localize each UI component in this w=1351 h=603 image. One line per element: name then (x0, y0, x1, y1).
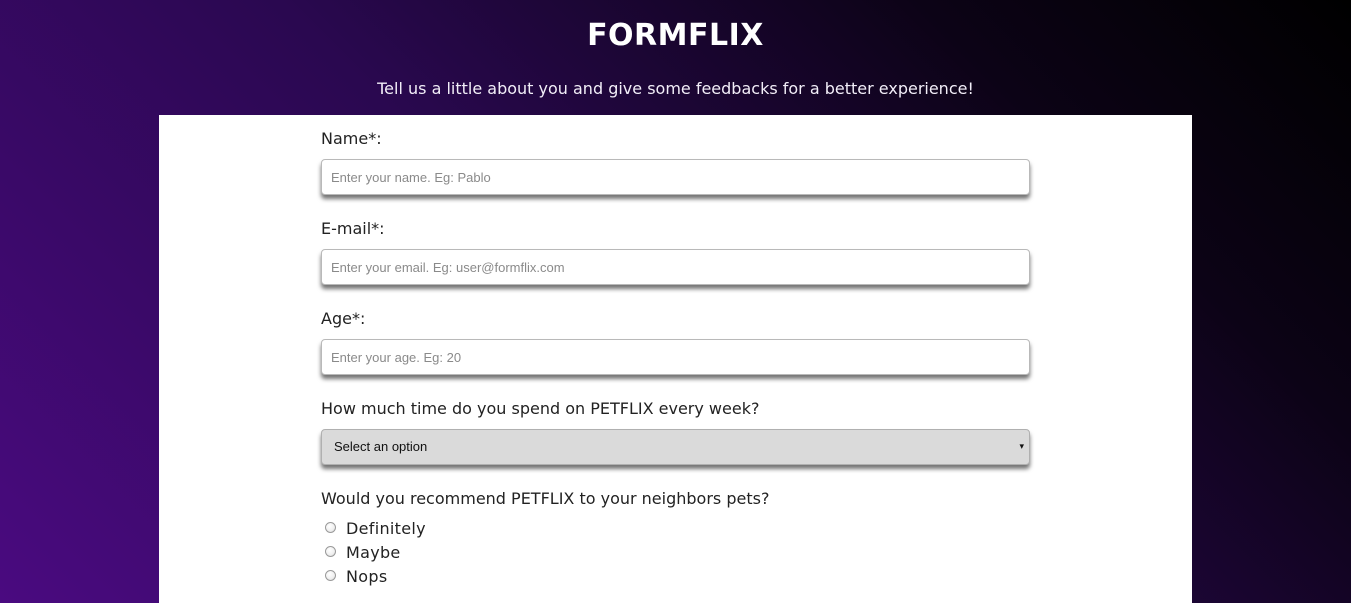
name-label: Name*: (321, 129, 382, 148)
email-label: E-mail*: (321, 219, 385, 238)
radio-button[interactable] (325, 569, 336, 581)
age-input[interactable] (321, 339, 1030, 375)
survey-form-card: Name*: E-mail*: Age*: How much time do y… (159, 115, 1192, 603)
radio-option-label: Maybe (346, 543, 401, 562)
radio-button[interactable] (325, 545, 336, 557)
time-spent-select[interactable]: Select an option ▾ (321, 429, 1030, 465)
radio-option-label: Definitely (346, 519, 426, 538)
radio-option-nops[interactable]: Nops (325, 566, 387, 588)
age-label: Age*: (321, 309, 366, 328)
time-spent-selected-value: Select an option (334, 439, 428, 454)
name-input[interactable] (321, 159, 1030, 195)
radio-button[interactable] (325, 521, 336, 533)
radio-option-definitely[interactable]: Definitely (325, 518, 426, 540)
chevron-down-icon: ▾ (1019, 441, 1024, 451)
radio-option-maybe[interactable]: Maybe (325, 542, 401, 564)
recommend-label: Would you recommend PETFLIX to your neig… (321, 489, 770, 508)
brand-title: FORMFLIX (587, 18, 764, 53)
page-subtitle: Tell us a little about you and give some… (377, 79, 974, 98)
radio-option-label: Nops (346, 567, 388, 586)
page-header: FORMFLIX Tell us a little about you and … (0, 0, 1351, 115)
email-input[interactable] (321, 249, 1030, 285)
time-spent-label: How much time do you spend on PETFLIX ev… (321, 399, 760, 418)
